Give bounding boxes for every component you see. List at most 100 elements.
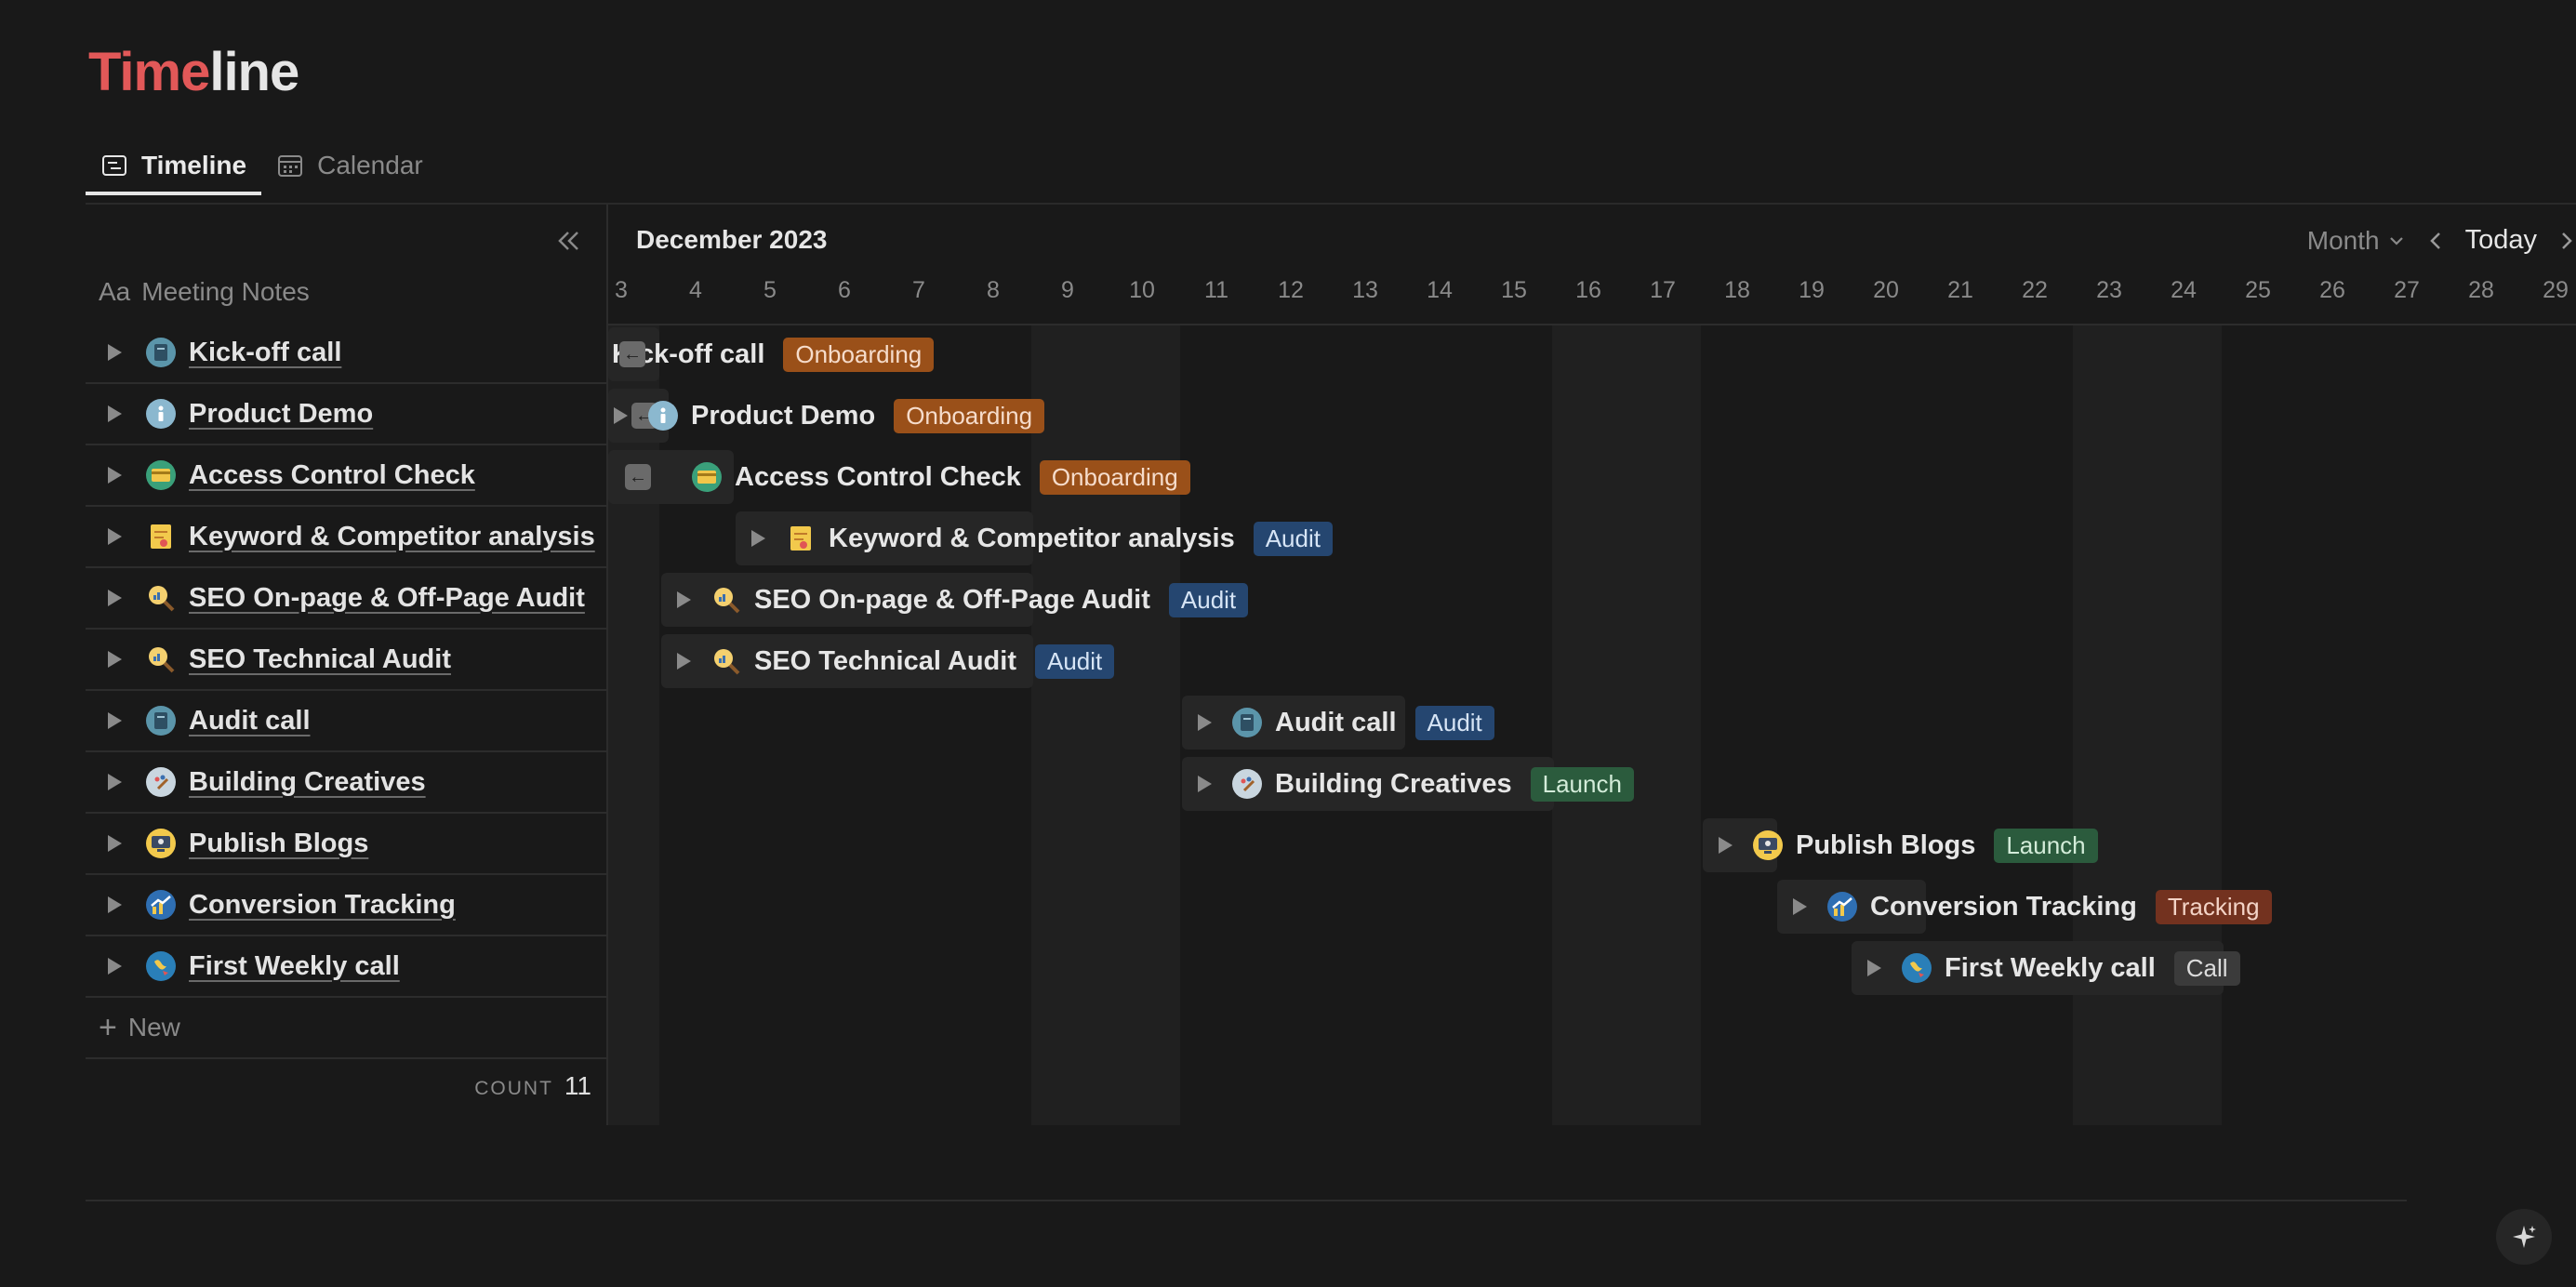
table-row[interactable]: Publish Blogs <box>86 814 606 875</box>
notebook-icon <box>1232 708 1262 737</box>
row-label[interactable]: First Weekly call <box>189 951 400 982</box>
table-row[interactable]: Audit call <box>86 691 606 752</box>
scroll-to-item-icon[interactable]: ← <box>625 464 651 490</box>
row-count: COUNT 11 <box>474 1071 591 1101</box>
row-label[interactable]: SEO Technical Audit <box>189 644 451 675</box>
page-title-highlight: Time <box>88 42 210 102</box>
expand-toggle-icon[interactable] <box>108 344 122 361</box>
row-label[interactable]: Publish Blogs <box>189 829 368 859</box>
day-label: 29 <box>2543 277 2569 303</box>
collapse-panel-icon[interactable] <box>552 225 584 257</box>
next-period-icon[interactable] <box>2557 230 2576 252</box>
table-row[interactable]: SEO Technical Audit <box>86 630 606 691</box>
timeline-item-label: Product Demo <box>691 400 876 431</box>
day-label: 23 <box>2096 277 2122 303</box>
table-row[interactable]: SEO On-page & Off-Page Audit <box>86 568 606 630</box>
scroll-to-item-icon[interactable]: ← <box>619 341 645 367</box>
column-header[interactable]: Aa Meeting Notes <box>99 277 310 307</box>
tab-calendar-label: Calendar <box>317 151 423 179</box>
timeline-item[interactable]: SEO Technical Audit Audit <box>677 635 1115 687</box>
row-label[interactable]: Access Control Check <box>189 460 475 491</box>
notepad-icon <box>786 524 816 553</box>
table-row[interactable]: Conversion Tracking <box>86 875 606 936</box>
expand-toggle-icon[interactable] <box>1198 714 1212 731</box>
expand-toggle-icon[interactable] <box>1198 776 1212 792</box>
expand-toggle-icon[interactable] <box>751 530 765 547</box>
ai-assistant-button[interactable] <box>2496 1209 2552 1265</box>
plus-icon: + <box>99 1009 117 1045</box>
timeline-item-label: Audit call <box>1275 707 1397 737</box>
table-row[interactable]: Product Demo <box>86 384 606 445</box>
magnifier-chart-icon <box>711 646 741 676</box>
day-label: 28 <box>2468 277 2494 303</box>
timeline-item[interactable]: Keyword & Competitor analysis Audit <box>751 512 1333 564</box>
expand-toggle-icon[interactable] <box>1867 960 1881 976</box>
weekend-column <box>2073 325 2222 1125</box>
row-label[interactable]: Audit call <box>189 706 311 736</box>
timeline-item[interactable]: SEO On-page & Off-Page Audit Audit <box>677 574 1249 626</box>
view-scale-select[interactable]: Month <box>2307 226 2406 256</box>
table-row[interactable]: Kick-off call <box>86 323 606 384</box>
expand-toggle-icon[interactable] <box>108 712 122 729</box>
status-tag: Tracking <box>2155 889 2272 924</box>
expand-toggle-icon[interactable] <box>677 591 691 608</box>
day-label: 25 <box>2245 277 2271 303</box>
expand-toggle-icon[interactable] <box>108 528 122 545</box>
expand-toggle-icon[interactable] <box>108 651 122 668</box>
table-row[interactable]: Building Creatives <box>86 752 606 814</box>
day-label: 3 <box>615 277 628 303</box>
timeline-item[interactable]: First Weekly call Call <box>1867 942 2240 994</box>
tab-timeline[interactable]: Timeline <box>86 139 262 195</box>
table-row[interactable]: First Weekly call <box>86 936 606 998</box>
timeline-item-label: Building Creatives <box>1275 768 1512 799</box>
row-label[interactable]: Conversion Tracking <box>189 890 456 921</box>
row-label[interactable]: SEO On-page & Off-Page Audit <box>189 583 585 614</box>
expand-toggle-icon[interactable] <box>108 774 122 790</box>
expand-toggle-icon[interactable] <box>108 896 122 913</box>
timeline-item[interactable]: ← Access Control Check Onboarding <box>625 451 1190 503</box>
row-label[interactable]: Keyword & Competitor analysis <box>189 522 595 552</box>
timeline-item-label: SEO Technical Audit <box>754 645 1016 676</box>
bottom-divider <box>86 1200 2407 1201</box>
weekend-column <box>1552 325 1701 1125</box>
timeline-item[interactable]: ← Kick-off call Onboarding <box>612 328 935 380</box>
day-label: 26 <box>2319 277 2345 303</box>
day-label: 27 <box>2394 277 2420 303</box>
day-label: 6 <box>838 277 851 303</box>
info-icon <box>648 401 678 431</box>
chart-up-icon <box>1827 892 1857 922</box>
row-label[interactable]: Building Creatives <box>189 767 426 798</box>
timeline-item-label: SEO On-page & Off-Page Audit <box>754 584 1150 615</box>
expand-toggle-icon[interactable] <box>108 835 122 852</box>
status-tag: Audit <box>1168 582 1249 617</box>
expand-toggle-icon[interactable] <box>614 407 628 424</box>
timeline-item[interactable]: Publish Blogs Launch <box>1719 819 2098 871</box>
globe-icon <box>1902 953 1932 983</box>
column-header-label: Meeting Notes <box>141 277 310 306</box>
view-scale-label: Month <box>2306 225 2380 255</box>
magnifier-chart-icon <box>146 644 176 674</box>
expand-toggle-icon[interactable] <box>108 467 122 484</box>
table-row[interactable]: Access Control Check <box>86 445 606 507</box>
days-header-divider <box>608 324 2576 325</box>
today-button[interactable]: Today <box>2465 225 2537 256</box>
timeline-item[interactable]: Conversion Tracking Tracking <box>1793 881 2272 933</box>
tab-calendar[interactable]: Calendar <box>261 139 438 192</box>
new-row-button[interactable]: + New <box>86 998 606 1059</box>
magnifier-chart-icon <box>711 585 741 615</box>
timeline-item[interactable]: ← Product Demo Onboarding <box>614 390 1045 442</box>
expand-toggle-icon[interactable] <box>1719 837 1733 854</box>
expand-toggle-icon[interactable] <box>677 653 691 670</box>
expand-toggle-icon[interactable] <box>108 590 122 606</box>
chevron-down-icon <box>2389 236 2403 245</box>
expand-toggle-icon[interactable] <box>108 405 122 422</box>
prev-period-icon[interactable] <box>2426 230 2445 252</box>
row-label[interactable]: Product Demo <box>189 399 373 430</box>
weekend-column <box>1031 325 1180 1125</box>
timeline-item[interactable]: Building Creatives Launch <box>1198 758 1634 810</box>
row-label[interactable]: Kick-off call <box>189 338 341 368</box>
timeline-item[interactable]: Audit call Audit <box>1198 697 1494 749</box>
expand-toggle-icon[interactable] <box>108 958 122 975</box>
expand-toggle-icon[interactable] <box>1793 898 1807 915</box>
table-row[interactable]: Keyword & Competitor analysis <box>86 507 606 568</box>
